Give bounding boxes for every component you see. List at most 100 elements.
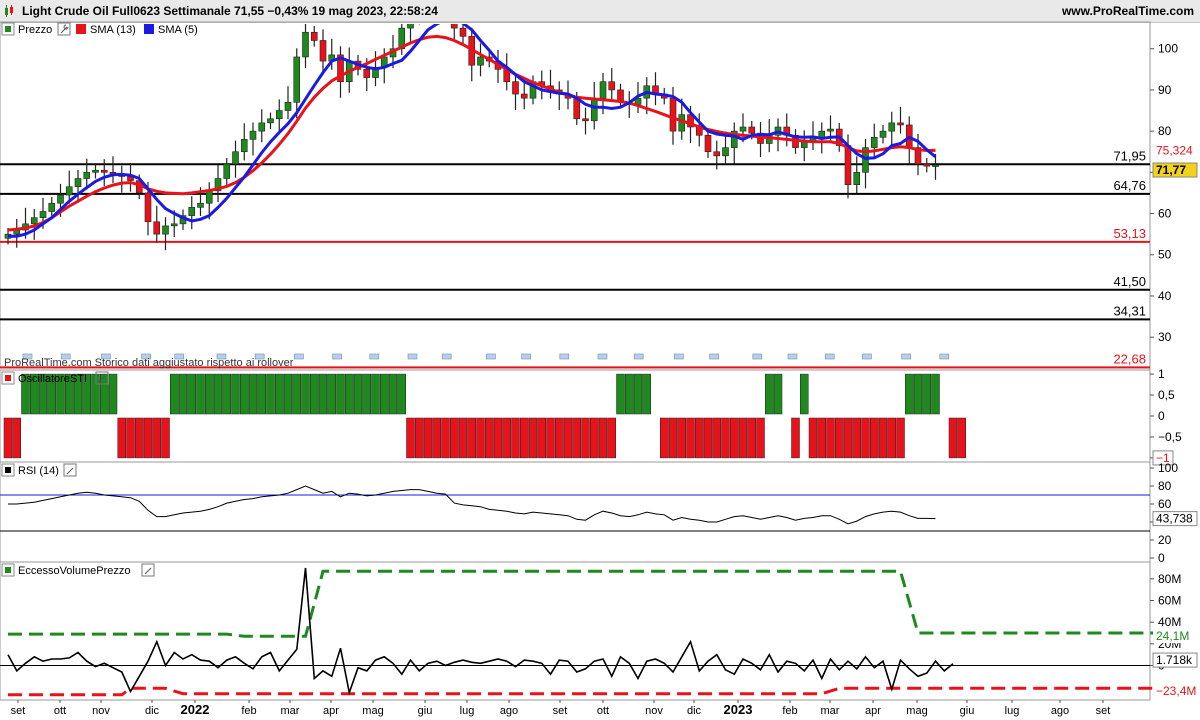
month-label: apr (323, 705, 339, 717)
candle-body (582, 118, 589, 122)
month-label: feb (241, 705, 256, 717)
oscillator-bar (765, 373, 774, 415)
level-label: 41,50 (1113, 274, 1146, 289)
candle-body (669, 97, 677, 132)
candle-body (170, 223, 178, 227)
candle (897, 106, 904, 134)
oscillator-bar (616, 373, 625, 415)
last-price-badge-text: 71,77 (1156, 163, 1186, 177)
panel-frame (0, 461, 1151, 563)
oscillator-bar (773, 373, 783, 415)
candle-body (599, 81, 607, 99)
rsi-legend[interactable]: RSI (14) (1, 463, 77, 477)
oscillator-bar (800, 373, 809, 415)
vol-mid-value-text: 1.718k (1156, 653, 1193, 667)
oscillator-bar (222, 373, 231, 415)
candle (783, 113, 791, 147)
chart-canvas[interactable]: 71,9564,7653,1341,5034,3122,68 100908070… (0, 0, 1200, 720)
candle (853, 156, 861, 194)
candle (652, 72, 659, 106)
oscillator-bar (870, 417, 879, 459)
candle-body (319, 40, 327, 62)
candle-body (92, 169, 99, 173)
candle (188, 196, 196, 230)
event-marker-icon (332, 353, 342, 360)
volume-excess-panel[interactable]: 80M60M40M20M024,1M1.718k−23,4M (0, 567, 1198, 698)
candle-body (608, 81, 616, 91)
oscillator-bar (520, 417, 529, 459)
oscillator-bar (485, 417, 494, 459)
candle-body (923, 163, 931, 167)
oscillator-panel[interactable]: 10,50−0,5−1 (3, 367, 1182, 466)
oscillator-bar (406, 417, 415, 459)
candle (520, 80, 528, 110)
month-label: ago (1051, 705, 1069, 717)
oscillator-bar (458, 417, 468, 459)
wrench-icon[interactable] (63, 463, 77, 477)
candle (923, 157, 931, 173)
candle (118, 165, 126, 193)
sma13-legend-label: SMA (13) (90, 24, 136, 36)
oscillator-bar (730, 417, 739, 459)
oscillator-bar (633, 373, 643, 415)
candle-body (240, 139, 248, 153)
oscillator-bar (721, 417, 730, 459)
month-label: ago (500, 705, 518, 717)
candle (608, 68, 616, 102)
candle-body (512, 81, 519, 95)
candle-body (748, 126, 756, 134)
price-tick-label: 30 (1158, 330, 1172, 344)
price-legend[interactable]: Prezzo SMA (13) SMA (5) (1, 22, 198, 36)
event-marker-icon (901, 353, 911, 360)
oscillator-bar (12, 417, 21, 459)
wrench-icon[interactable] (57, 22, 71, 36)
oscillator-bar (948, 417, 958, 459)
candle (582, 107, 589, 135)
price-tick-label: 90 (1158, 83, 1172, 97)
oscillator-bar (625, 373, 634, 415)
oscillator-bar (747, 417, 756, 459)
oscillator-bar (878, 417, 888, 459)
month-label: mag (906, 705, 927, 717)
oscillator-bar (677, 417, 686, 459)
month-label: ott (54, 705, 66, 717)
time-axis: set ott nov dic 2022 feb mar apr mag giu lug ago set… (11, 700, 1110, 717)
oscillator-bar (590, 417, 599, 459)
candle-body (39, 211, 47, 218)
candle-body (844, 145, 852, 185)
candle-body (83, 172, 91, 179)
volume-legend[interactable]: EccessoVolumePrezzo (1, 563, 155, 577)
candle-body (65, 186, 73, 196)
oscillator-bar (905, 373, 914, 415)
oscillator-bar (266, 373, 275, 415)
month-label: apr (865, 705, 881, 717)
price-panel[interactable]: 71,9564,7653,1341,5034,3122,68 100908070… (0, 0, 1198, 369)
candle-body (853, 172, 861, 185)
candle-body (870, 137, 878, 148)
candle-body (188, 207, 196, 216)
rsi-panel[interactable]: 10080604020043,738 (0, 461, 1198, 565)
event-marker-icon (709, 353, 719, 360)
volume-panel-label: EccessoVolumePrezzo (18, 565, 131, 577)
candle (468, 27, 476, 82)
oscillator-bar (178, 373, 188, 415)
candle-body (100, 169, 108, 173)
candle-body (258, 122, 266, 132)
month-label: mar (281, 705, 300, 717)
oscillator-bar (143, 417, 153, 459)
oscillator-bar (852, 417, 861, 459)
oscillator-bar (861, 417, 870, 459)
price-tick-label: 40 (1158, 289, 1172, 303)
event-marker-icon (633, 353, 644, 360)
sma13-swatch (76, 24, 86, 34)
wrench-icon[interactable] (141, 563, 155, 577)
oscillator-bar (493, 417, 503, 459)
candle (398, 24, 406, 55)
oscillator-bar (240, 373, 249, 415)
month-label: lug (460, 705, 475, 717)
event-marker-icon (862, 353, 872, 360)
candle-body (879, 130, 887, 138)
oscillator-bar (712, 417, 721, 459)
oscillator-bar (808, 417, 818, 459)
candle-body (144, 192, 152, 223)
